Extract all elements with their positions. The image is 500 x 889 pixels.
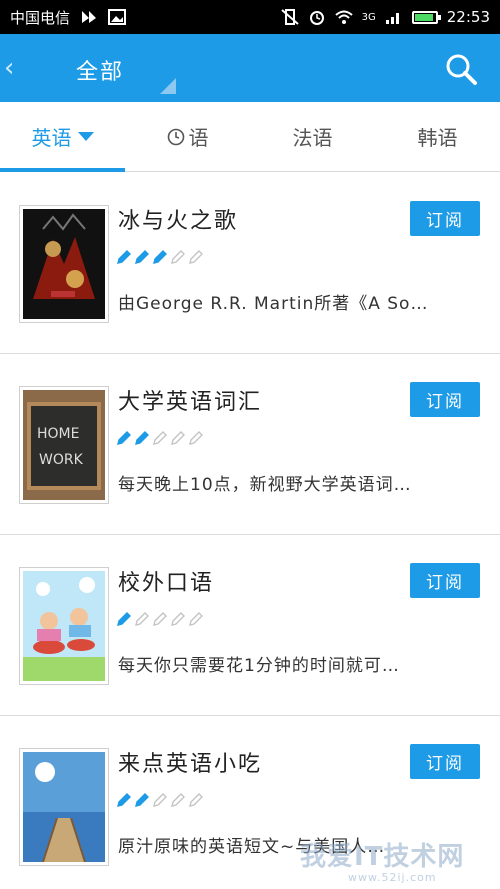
tab-japanese[interactable]: 语	[125, 102, 250, 171]
pencil-empty-icon	[135, 612, 149, 626]
subscribe-button[interactable]: 订阅	[410, 563, 480, 598]
svg-text:HOME: HOME	[37, 426, 79, 442]
category-selector[interactable]: 全部	[76, 54, 124, 86]
caret-down-icon	[77, 132, 94, 141]
cover-image	[19, 205, 109, 323]
pencil-filled-icon	[117, 612, 131, 626]
item-title: 来点英语小吃	[118, 752, 263, 777]
app-bar: ‹ 全部	[0, 34, 500, 102]
watermark: 我爱IT技术网 www.52ij.com	[300, 836, 464, 884]
subscribe-button[interactable]: 订阅	[410, 744, 480, 779]
pencil-filled-icon	[153, 250, 167, 264]
list-item[interactable]: HOME WORK 大学英语词汇 订阅 每天晚上10点，新视野大学英语词…	[0, 354, 500, 535]
item-title: 校外口语	[118, 571, 215, 596]
pencil-filled-icon	[117, 793, 131, 807]
pencil-empty-icon	[171, 431, 185, 445]
watermark-text: 我爱IT技术网	[300, 842, 465, 872]
network-label: 3G	[361, 11, 376, 23]
item-description: 每天你只需要花1分钟的时间就可…	[118, 656, 400, 676]
pencil-empty-icon	[171, 250, 185, 264]
list-item[interactable]: 校外口语 订阅 每天你只需要花1分钟的时间就可…	[0, 535, 500, 716]
rating	[116, 249, 204, 265]
item-title: 冰与火之歌	[118, 209, 239, 234]
wifi-icon	[334, 10, 353, 24]
tab-english[interactable]: 英语	[0, 102, 125, 172]
notification-icon	[82, 11, 97, 23]
rating	[116, 792, 204, 808]
list-item[interactable]: 冰与火之歌 订阅 由George R.R. Martin所著《A So…	[0, 173, 500, 354]
svg-text:WORK: WORK	[39, 452, 84, 468]
pencil-empty-icon	[189, 793, 203, 807]
chevron-left-icon[interactable]: ‹	[4, 54, 24, 82]
pencil-empty-icon	[189, 250, 203, 264]
pencil-filled-icon	[117, 431, 131, 445]
tab-label: 韩语	[417, 126, 458, 150]
cover-image: HOME WORK	[19, 386, 109, 504]
tab-label: 英语	[31, 126, 72, 150]
cover-image	[19, 567, 109, 685]
battery-icon	[411, 10, 441, 24]
item-description: 由George R.R. Martin所著《A So…	[118, 294, 429, 314]
status-bar: 中国电信 3G 22:53	[0, 0, 500, 34]
dropdown-indicator-icon	[160, 78, 176, 94]
tab-korean[interactable]: 韩语	[375, 102, 500, 171]
rating	[116, 611, 204, 627]
pencil-filled-icon	[135, 250, 149, 264]
pencil-filled-icon	[117, 250, 131, 264]
pencil-empty-icon	[189, 431, 203, 445]
watermark-sub: www.52ij.com	[348, 871, 437, 884]
rating	[116, 430, 204, 446]
carrier-label: 中国电信	[10, 8, 71, 27]
pencil-filled-icon	[135, 793, 149, 807]
pencil-empty-icon	[189, 612, 203, 626]
pencil-filled-icon	[135, 431, 149, 445]
item-description: 每天晚上10点，新视野大学英语词…	[118, 475, 412, 495]
alarm-icon	[309, 11, 324, 25]
cover-image	[19, 748, 109, 866]
search-icon[interactable]	[444, 52, 478, 86]
subscribe-button[interactable]: 订阅	[410, 201, 480, 236]
program-list: 冰与火之歌 订阅 由George R.R. Martin所著《A So… HOM…	[0, 173, 500, 889]
vibrate-icon	[280, 9, 299, 25]
item-title: 大学英语词汇	[118, 390, 263, 415]
pencil-empty-icon	[153, 431, 167, 445]
pencil-empty-icon	[153, 612, 167, 626]
clock-icon	[167, 128, 184, 145]
pencil-empty-icon	[171, 793, 185, 807]
subscribe-button[interactable]: 订阅	[410, 382, 480, 417]
language-tabs: 英语 语 法语 韩语	[0, 102, 500, 172]
tab-label: 语	[188, 126, 209, 150]
clock-time: 22:53	[446, 8, 490, 26]
tab-label: 法语	[292, 126, 333, 150]
pencil-empty-icon	[171, 612, 185, 626]
signal-icon	[385, 13, 399, 24]
pencil-empty-icon	[153, 793, 167, 807]
tab-french[interactable]: 法语	[250, 102, 375, 171]
image-icon	[108, 9, 127, 25]
